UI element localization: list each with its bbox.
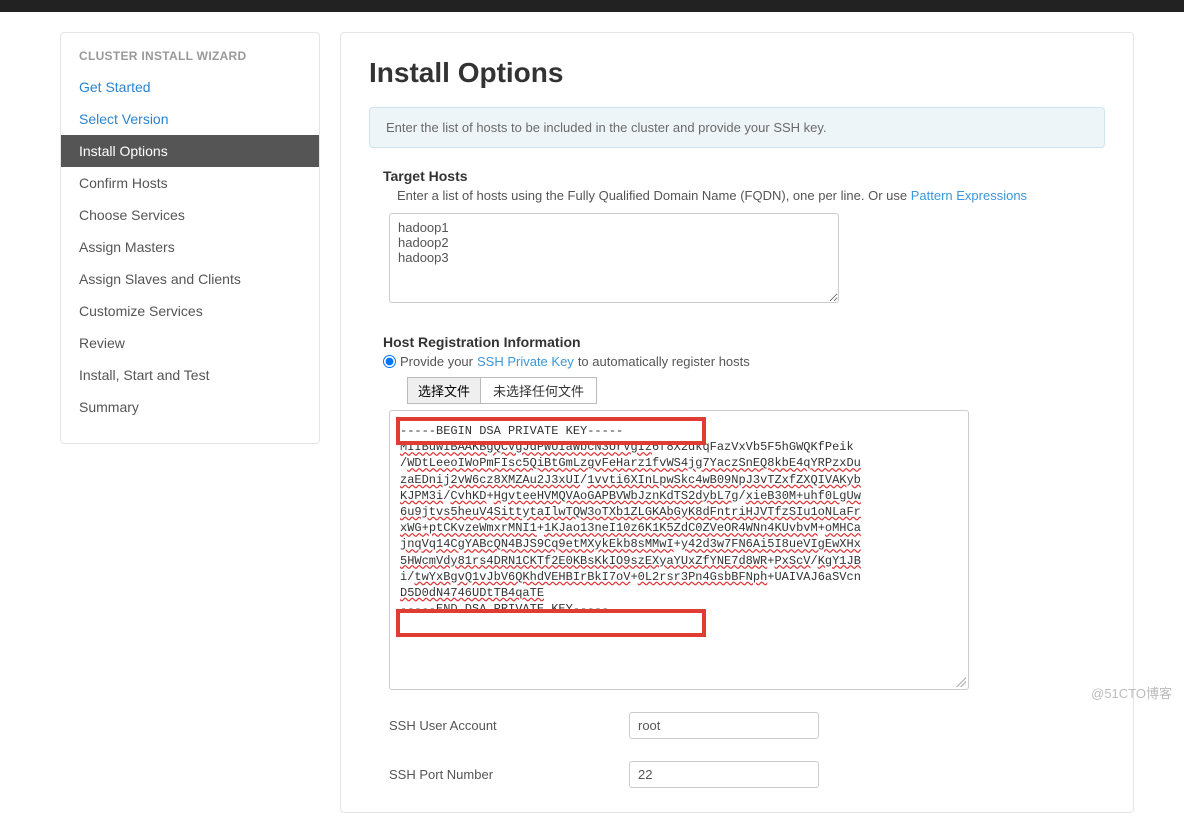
key-line: / (810, 554, 817, 568)
page-title: Install Options (369, 57, 1105, 89)
sidebar-item-select-version[interactable]: Select Version (61, 103, 319, 135)
key-line: CvhKD (450, 489, 486, 503)
sidebar-item-assign-masters: Assign Masters (61, 231, 319, 263)
main-panel: Install Options Enter the list of hosts … (340, 32, 1134, 813)
key-line: + (537, 521, 544, 535)
ssh-key-content: -----BEGIN DSA PRIVATE KEY----- MIIBuwIB… (400, 423, 958, 617)
key-line: zaEDnij2vW6cz8XMZAu2J3xUI (400, 473, 580, 487)
top-bar (0, 0, 1184, 12)
target-hosts-textarea[interactable] (389, 213, 839, 303)
key-line: 1vvti6XInLpwSkc4wB09NpJ3vTZxfZXQIVAKyb (587, 473, 861, 487)
sidebar-item-choose-services: Choose Services (61, 199, 319, 231)
ssh-key-radio-prefix: Provide your (400, 354, 473, 369)
key-line: PxScV (774, 554, 810, 568)
key-line: i/ (400, 570, 414, 584)
key-line: KgY1JB (818, 554, 861, 568)
choose-file-button[interactable]: 选择文件 (408, 378, 481, 403)
sidebar-item-summary: Summary (61, 391, 319, 423)
sidebar-item-install-options[interactable]: Install Options (61, 135, 319, 167)
ssh-port-row: SSH Port Number (369, 761, 1105, 788)
key-begin-line: -----BEGIN DSA PRIVATE KEY----- (400, 424, 623, 438)
key-line: 1KJao13neI10z6K1K5ZdC0ZVeOR4WNn4KUvbvM (544, 521, 818, 535)
key-line: + (630, 570, 637, 584)
key-line: HgvteeHVMQVAoGAPBVWbJznKdTS2dybL7g (494, 489, 739, 503)
key-line: + (818, 521, 825, 535)
sidebar-item-install-start-test: Install, Start and Test (61, 359, 319, 391)
key-line: y42d3w7FN6Ai5I8ueVIgEwXHx (681, 537, 861, 551)
key-line: KJPM3i (400, 489, 443, 503)
key-line: MIIBuwIBAAKBgQCVgJdPWUIaWbcN3UrVgIz (400, 440, 652, 454)
ssh-key-radio-suffix: to automatically register hosts (578, 354, 750, 369)
sidebar-item-review: Review (61, 327, 319, 359)
resize-handle-icon[interactable] (956, 677, 966, 687)
sidebar-item-get-started[interactable]: Get Started (61, 71, 319, 103)
container: CLUSTER INSTALL WIZARD Get Started Selec… (0, 12, 1184, 813)
ssh-key-textarea[interactable]: -----BEGIN DSA PRIVATE KEY----- MIIBuwIB… (389, 410, 969, 690)
key-line: 0L2rsr3Pn4GsbBFNph (638, 570, 768, 584)
info-box: Enter the list of hosts to be included i… (369, 107, 1105, 148)
sidebar-item-confirm-hosts: Confirm Hosts (61, 167, 319, 199)
target-hosts-label: Target Hosts (369, 168, 1105, 184)
key-line: ptCKvzeWmxrMNI1 (429, 521, 537, 535)
key-line: / (738, 489, 745, 503)
ssh-key-radio[interactable] (383, 355, 396, 368)
key-line: + (674, 537, 681, 551)
file-chooser: 选择文件 未选择任何文件 (407, 377, 597, 404)
key-line: xWG+ (400, 521, 429, 535)
target-hosts-desc-text: Enter a list of hosts using the Fully Qu… (397, 188, 911, 203)
sidebar: CLUSTER INSTALL WIZARD Get Started Selec… (60, 32, 320, 444)
key-line: +UAIVAJ6aSVcn (767, 570, 861, 584)
key-line: 6u9jtvs5heuV4SittytaIlwTQW3oTXb1ZLGKAbGy… (400, 505, 861, 519)
file-status-label: 未选择任何文件 (481, 378, 596, 403)
ssh-user-label: SSH User Account (389, 718, 629, 733)
key-line: 5HWcmVdy81rs4DRN1CKTf2E0KBsKkIO9szEXyaYU… (400, 554, 767, 568)
ssh-user-row: SSH User Account (369, 712, 1105, 739)
sidebar-item-assign-slaves: Assign Slaves and Clients (61, 263, 319, 295)
watermark: @51CTO博客 (1091, 683, 1172, 702)
key-line: D5D0dN4746UDtTB4qaTE (400, 586, 544, 600)
key-line: + (486, 489, 493, 503)
ssh-key-radio-row: Provide your SSH Private Key to automati… (369, 354, 1105, 369)
key-line: xieB30M+uhf0LgUw (746, 489, 861, 503)
key-end-line: -----END DSA PRIVATE KEY----- (400, 602, 609, 616)
host-reg-label: Host Registration Information (369, 334, 1105, 350)
pattern-expressions-link[interactable]: Pattern Expressions (911, 188, 1027, 203)
key-line: oMHCa (825, 521, 861, 535)
key-line: jnqVq14CgYABcQN4BJS9Cq9etMXykEkb8sMMwI (400, 537, 674, 551)
ssh-port-label: SSH Port Number (389, 767, 629, 782)
sidebar-item-customize-services: Customize Services (61, 295, 319, 327)
key-line: twYxBgvQ1vJbV6QKhdVEHBIrBkI7oV (414, 570, 630, 584)
ssh-private-key-link[interactable]: SSH Private Key (477, 354, 574, 369)
ssh-user-input[interactable] (629, 712, 819, 739)
sidebar-title: CLUSTER INSTALL WIZARD (61, 33, 319, 71)
key-line: 6f8X2dkqFazVxVb5F5hGWQKfPeik (652, 440, 854, 454)
key-line: WDtLeeoIWoPmFIsc5QiBtGmLzgvFeHarz1fvWS4j… (407, 456, 861, 470)
target-hosts-desc: Enter a list of hosts using the Fully Qu… (369, 188, 1105, 203)
ssh-port-input[interactable] (629, 761, 819, 788)
